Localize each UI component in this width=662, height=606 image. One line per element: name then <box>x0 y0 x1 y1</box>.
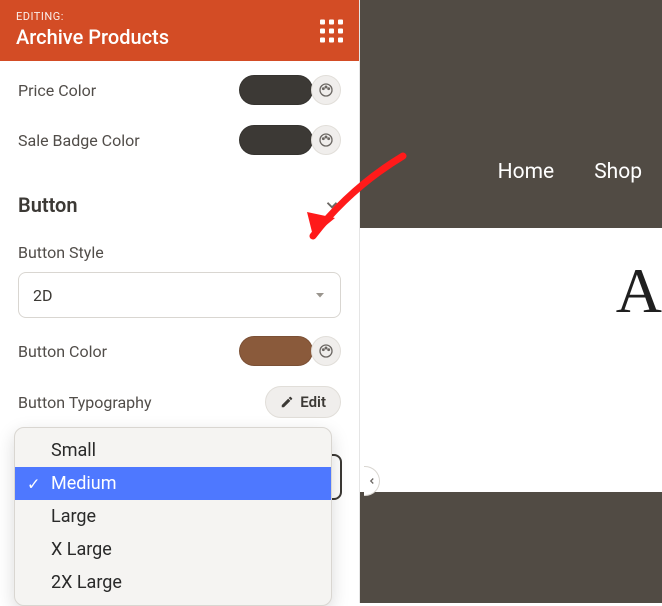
price-color-swatch[interactable] <box>239 75 313 105</box>
button-color-swatch[interactable] <box>239 336 313 366</box>
button-style-label: Button Style <box>18 243 341 262</box>
button-color-row: Button Color <box>18 336 341 366</box>
nav-link-shop[interactable]: Shop <box>594 160 642 184</box>
sale-badge-color-swatch[interactable] <box>239 125 313 155</box>
palette-icon <box>318 132 334 148</box>
size-option-x-large[interactable]: X Large <box>15 533 331 566</box>
sale-badge-color-picker-button[interactable] <box>311 125 341 155</box>
header-eyebrow: EDITING: <box>16 10 343 23</box>
sale-badge-color-label: Sale Badge Color <box>18 131 140 150</box>
price-color-label: Price Color <box>18 81 96 100</box>
header-title: Archive Products <box>16 25 343 49</box>
button-size-dropdown[interactable]: SmallMediumLargeX Large2X Large <box>14 427 332 606</box>
pencil-icon <box>280 395 294 409</box>
drag-grip-icon[interactable] <box>320 19 343 42</box>
chevron-left-icon <box>367 476 377 486</box>
button-style-select[interactable]: 2D <box>18 272 341 318</box>
palette-icon <box>318 82 334 98</box>
preview-nav: Home Shop <box>498 160 642 184</box>
sale-badge-color-row: Sale Badge Color <box>18 125 341 155</box>
panel-body: Price Color Sale Badge Color Button Butt… <box>0 61 359 418</box>
edit-typography-button[interactable]: Edit <box>265 386 341 418</box>
button-typography-label: Button Typography <box>18 393 152 412</box>
size-option-2x-large[interactable]: 2X Large <box>15 566 331 599</box>
button-color-picker-button[interactable] <box>311 336 341 366</box>
button-section-header[interactable]: Button <box>18 175 341 227</box>
button-style-value: 2D <box>33 286 53 305</box>
palette-icon <box>318 343 334 359</box>
size-option-small[interactable]: Small <box>15 434 331 467</box>
editor-sidebar: EDITING: Archive Products Price Color Sa… <box>0 0 360 603</box>
editor-header: EDITING: Archive Products <box>0 0 359 61</box>
size-option-medium[interactable]: Medium <box>15 467 331 500</box>
nav-link-home[interactable]: Home <box>498 160 555 184</box>
edit-label: Edit <box>300 393 326 411</box>
button-typography-row: Button Typography Edit <box>18 386 341 418</box>
preview-heading-fragment: A <box>616 254 662 328</box>
button-section-title: Button <box>18 193 78 217</box>
button-color-label: Button Color <box>18 342 107 361</box>
preview-pane: Home Shop A P <box>360 0 662 603</box>
size-option-large[interactable]: Large <box>15 500 331 533</box>
caret-down-icon <box>314 289 326 301</box>
price-color-picker-button[interactable] <box>311 75 341 105</box>
chevron-down-icon <box>323 196 341 214</box>
price-color-row: Price Color <box>18 75 341 105</box>
